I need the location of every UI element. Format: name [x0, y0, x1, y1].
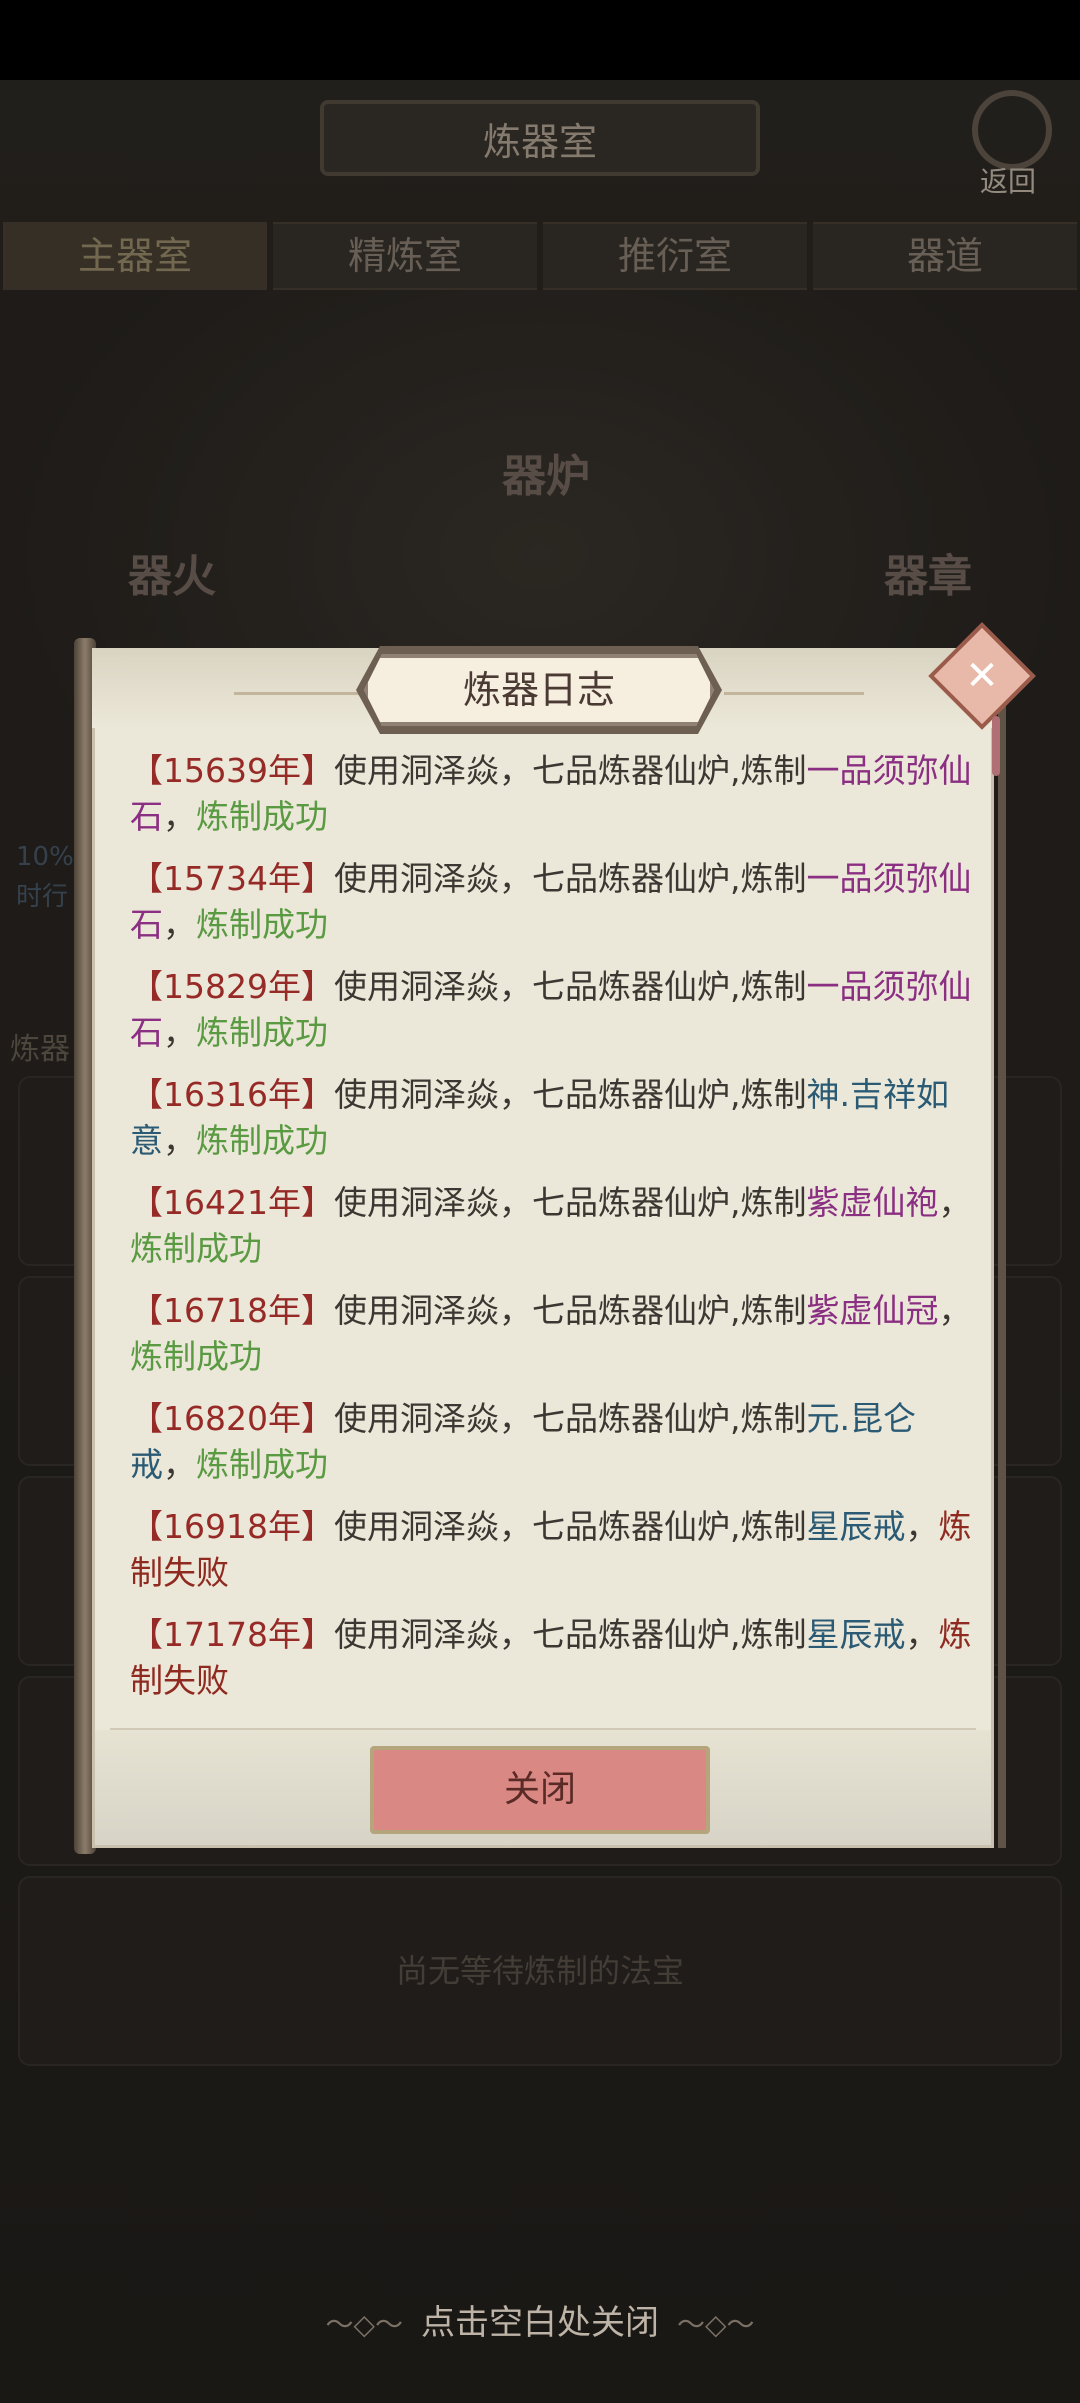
log-entry: 【17178年】使用洞泽焱，七品炼器仙炉,炼制星辰戒，炼制失败	[130, 1612, 978, 1704]
log-year: 【15639年】	[130, 751, 334, 790]
log-entry: 【15734年】使用洞泽焱，七品炼器仙炉,炼制一品须弥仙石，炼制成功	[130, 856, 978, 948]
dialog-title: 炼器日志	[364, 654, 714, 726]
log-separator: ，	[163, 1445, 196, 1484]
log-separator: ，	[163, 1013, 196, 1052]
ornament-left-icon: 〜◇〜	[325, 2308, 403, 2341]
log-item-name: 紫虚仙冠	[806, 1291, 939, 1330]
log-text: 使用洞泽焱，七品炼器仙炉,炼制	[333, 1507, 807, 1546]
log-year: 【16820年】	[130, 1399, 334, 1438]
close-button[interactable]: 关闭	[370, 1746, 710, 1834]
log-year: 【16918年】	[130, 1507, 334, 1546]
log-text: 使用洞泽焱，七品炼器仙炉,炼制	[333, 967, 807, 1006]
log-separator: ，	[163, 1121, 196, 1160]
log-result: 炼制成功	[196, 1121, 328, 1160]
log-text: 使用洞泽焱，七品炼器仙炉,炼制	[333, 859, 807, 898]
status-bar	[0, 0, 1080, 80]
log-text: 使用洞泽焱，七品炼器仙炉,炼制	[333, 751, 807, 790]
log-list[interactable]: 【15639年】使用洞泽焱，七品炼器仙炉,炼制一品须弥仙石，炼制成功 【15734…	[130, 748, 978, 1700]
log-text: 使用洞泽焱，七品炼器仙炉,炼制	[333, 1075, 807, 1114]
log-text: 使用洞泽焱，七品炼器仙炉,炼制	[333, 1615, 807, 1654]
log-year: 【16421年】	[130, 1183, 334, 1222]
log-entry: 【16421年】使用洞泽焱，七品炼器仙炉,炼制紫虚仙袍， 炼制成功	[130, 1180, 978, 1272]
log-result: 炼制成功	[196, 1445, 328, 1484]
log-text: 使用洞泽焱，七品炼器仙炉,炼制	[333, 1183, 807, 1222]
header-line-left	[234, 692, 364, 695]
dismiss-hint-text: 点击空白处关闭	[421, 2303, 659, 2343]
log-year: 【16316年】	[130, 1075, 334, 1114]
log-entry: 【15829年】使用洞泽焱，七品炼器仙炉,炼制一品须弥仙石，炼制成功	[130, 964, 978, 1056]
ornament-right-icon: 〜◇〜	[677, 2308, 755, 2341]
log-text: 使用洞泽焱，七品炼器仙炉,炼制	[333, 1291, 807, 1330]
log-item-name: 紫虚仙袍	[806, 1183, 939, 1222]
dismiss-hint[interactable]: 〜◇〜 点击空白处关闭 〜◇〜	[0, 2295, 1080, 2344]
log-entry: 【16718年】使用洞泽焱，七品炼器仙炉,炼制紫虚仙冠， 炼制成功	[130, 1288, 978, 1380]
log-result: 炼制成功	[130, 1337, 262, 1376]
log-item-name: 星辰戒	[806, 1507, 906, 1546]
log-entry: 【16820年】使用洞泽焱，七品炼器仙炉,炼制元.昆仑戒，炼制成功	[130, 1396, 978, 1488]
log-item-name: 星辰戒	[806, 1615, 906, 1654]
log-separator: ，	[163, 797, 196, 836]
scroll-rod-right	[998, 652, 1006, 1848]
log-entry: 【15639年】使用洞泽焱，七品炼器仙炉,炼制一品须弥仙石，炼制成功	[130, 748, 978, 840]
log-year: 【15829年】	[130, 967, 334, 1006]
log-result: 炼制成功	[130, 1229, 262, 1268]
crafting-log-dialog: 炼器日志 【15639年】使用洞泽焱，七品炼器仙炉,炼制一品须弥仙石，炼制成功【…	[74, 622, 1036, 1854]
log-separator: ，	[905, 1507, 939, 1546]
header-line-right	[724, 692, 864, 695]
log-separator: ，	[938, 1183, 972, 1222]
log-year: 【17178年】	[130, 1615, 334, 1654]
log-year: 【16718年】	[130, 1291, 334, 1330]
log-text: 使用洞泽焱，七品炼器仙炉,炼制	[333, 1399, 807, 1438]
log-separator: ，	[905, 1615, 939, 1654]
log-result: 炼制成功	[196, 1013, 328, 1052]
log-year: 【15734年】	[130, 859, 334, 898]
log-result: 炼制成功	[196, 905, 328, 944]
log-entry: 【16918年】使用洞泽焱，七品炼器仙炉,炼制星辰戒，炼制失败	[130, 1504, 978, 1596]
log-separator: ，	[163, 905, 196, 944]
tassel-ornament	[992, 716, 1000, 776]
log-result: 炼制成功	[196, 797, 328, 836]
log-separator: ，	[938, 1291, 972, 1330]
log-entry: 【16316年】使用洞泽焱，七品炼器仙炉,炼制神.吉祥如意，炼制成功	[130, 1072, 978, 1164]
